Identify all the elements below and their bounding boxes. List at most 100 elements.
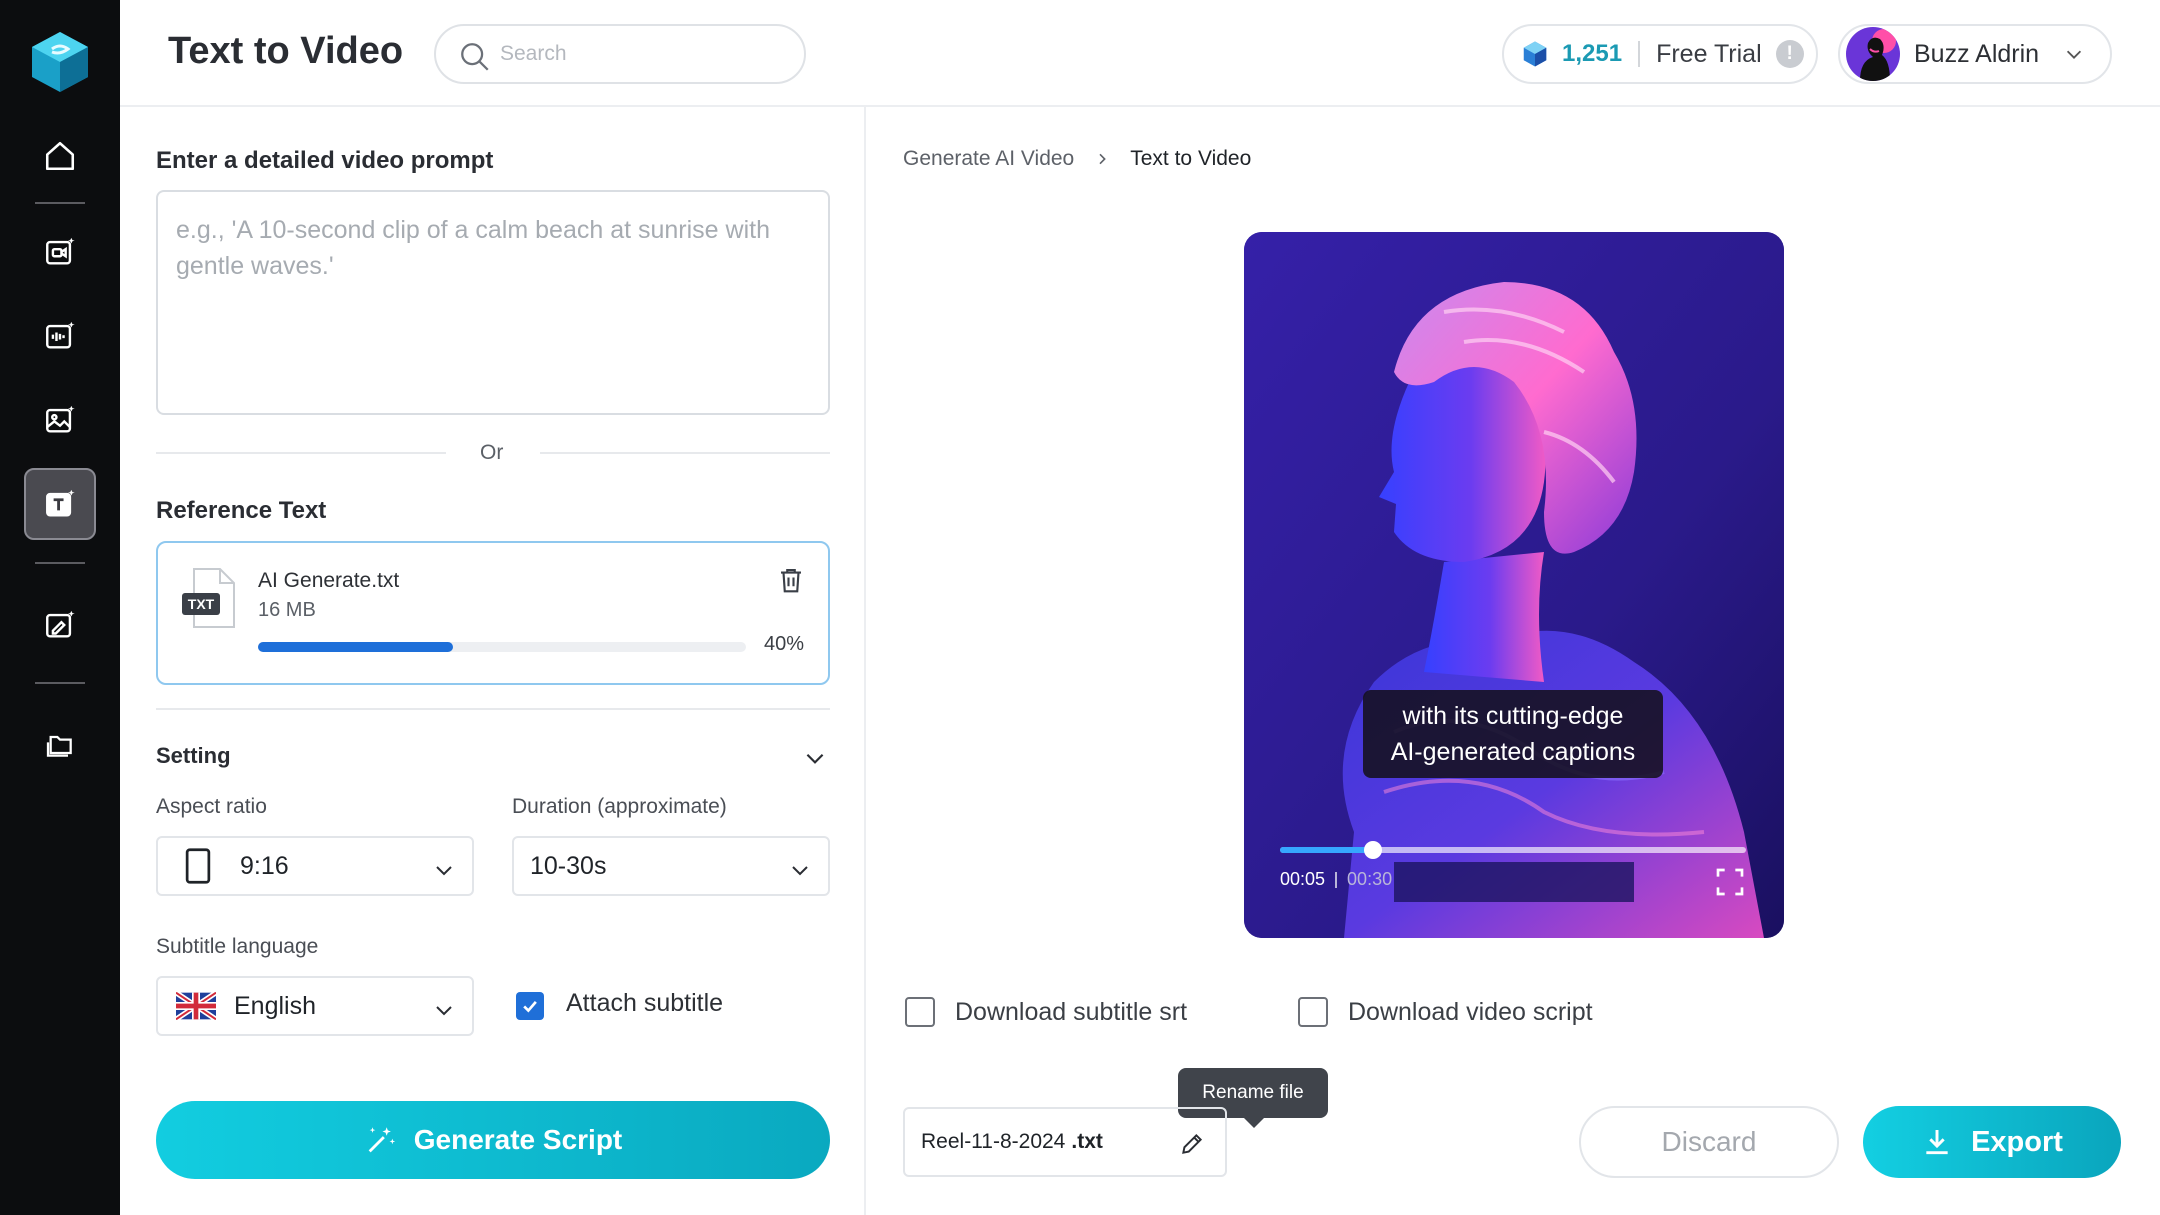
caption-line: AI-generated captions: [1390, 738, 1636, 766]
video-sparkle-icon: [46, 237, 75, 265]
download-script-label: Download video script: [1348, 997, 1593, 1026]
divider: [540, 452, 830, 454]
user-menu[interactable]: Buzz Aldrin: [1838, 24, 2112, 84]
divider: [156, 708, 830, 710]
search-box[interactable]: [434, 24, 806, 84]
upload-progress-bar: [258, 642, 746, 652]
generate-script-label: Generate Script: [413, 1124, 623, 1155]
plan-label: Free Trial: [1656, 39, 1762, 68]
credits-count: 1,251: [1562, 40, 1623, 67]
breadcrumb-current: Text to Video: [1130, 147, 1252, 170]
subtitle-language-select[interactable]: English: [156, 976, 474, 1036]
chevron-down-icon: [436, 1006, 452, 1016]
audio-wave-sparkle-icon: [46, 321, 75, 349]
folder-icon: [46, 735, 72, 757]
download-subtitle-option[interactable]: Download subtitle srt: [905, 997, 1187, 1027]
attach-subtitle-checkbox[interactable]: [516, 992, 544, 1020]
cube-credits-icon: [1523, 41, 1547, 67]
download-icon: [1926, 1130, 1948, 1155]
sidebar-item-audio-ai[interactable]: [24, 300, 96, 372]
avatar: [1846, 27, 1900, 81]
time-separator: [1335, 871, 1338, 888]
uploaded-file-card: TXT AI Generate.txt 16 MB 40%: [156, 541, 830, 685]
download-script-checkbox[interactable]: [1298, 997, 1328, 1027]
chevron-down-icon: [806, 753, 824, 764]
file-size: 16 MB: [258, 599, 316, 621]
attach-subtitle-label: Attach subtitle: [566, 989, 724, 1017]
image-sparkle-icon: [46, 405, 75, 433]
duration-label: Duration (approximate): [512, 795, 727, 818]
chevron-down-icon: [2066, 50, 2082, 59]
user-name: Buzz Aldrin: [1914, 39, 2040, 68]
sidebar-item-image-ai[interactable]: [24, 384, 96, 456]
sidebar-rail: [0, 0, 120, 1215]
text-sparkle-icon: [46, 489, 75, 517]
page-title: Text to Video: [168, 30, 404, 72]
seek-bar-fill: [1280, 847, 1374, 853]
file-name: AI Generate.txt: [258, 569, 400, 592]
divider: [156, 452, 446, 454]
export-label: Export: [1971, 1125, 2063, 1158]
prompt-field[interactable]: [156, 190, 830, 415]
uk-flag-icon: [176, 992, 216, 1020]
home-icon: [45, 141, 75, 171]
aspect-ratio-label: Aspect ratio: [156, 795, 267, 818]
file-type-badge: TXT: [187, 596, 215, 612]
file-name-base: Reel-11-8-2024: [921, 1130, 1066, 1153]
or-separator: Or: [480, 441, 504, 464]
caption-line: with its cutting-edge: [1402, 702, 1624, 730]
magic-wand-icon: [368, 1127, 395, 1153]
video-seek-bar[interactable]: [1280, 841, 1746, 859]
fullscreen-icon: [1716, 868, 1744, 896]
search-input[interactable]: [500, 36, 790, 72]
sidebar-item-text-to-video[interactable]: [24, 468, 96, 540]
prompt-textarea[interactable]: [158, 192, 828, 413]
credits-divider: [1638, 41, 1641, 67]
reference-text-label: Reference Text: [156, 497, 327, 524]
aspect-ratio-select[interactable]: 9:16: [156, 836, 474, 896]
duration-select[interactable]: 10-30s: [512, 836, 830, 896]
trash-icon: [781, 568, 801, 593]
chevron-down-icon: [436, 866, 452, 876]
setting-section-toggle[interactable]: Setting: [156, 735, 830, 779]
download-script-option[interactable]: Download video script: [1298, 997, 1593, 1027]
video-player[interactable]: with its cutting-edge AI-generated capti…: [1244, 232, 1784, 938]
video-caption: with its cutting-edge AI-generated capti…: [1363, 690, 1663, 778]
download-subtitle-checkbox[interactable]: [905, 997, 935, 1027]
delete-file-button[interactable]: [776, 565, 806, 600]
sidebar-item-projects[interactable]: [24, 709, 96, 781]
portrait-phone-icon: [185, 848, 211, 884]
prompt-label: Enter a detailed video prompt: [156, 147, 494, 174]
image-edit-sparkle-icon: [46, 610, 75, 638]
setting-title: Setting: [156, 743, 231, 768]
export-button[interactable]: Export: [1863, 1106, 2121, 1178]
sidebar-item-home[interactable]: [24, 120, 96, 192]
video-time: 00:05 00:30: [1280, 869, 1392, 890]
pencil-icon[interactable]: [1179, 1131, 1205, 1157]
app-logo-icon[interactable]: [30, 30, 90, 94]
chevron-down-icon: [792, 866, 808, 876]
search-icon: [461, 43, 489, 71]
generate-script-button[interactable]: Generate Script: [156, 1101, 830, 1179]
checkmark-icon: [523, 1000, 537, 1013]
info-icon[interactable]: !: [1775, 40, 1804, 68]
settings-panel: Enter a detailed video prompt Or Referen…: [120, 107, 866, 1215]
sidebar-item-video-ai[interactable]: [24, 216, 96, 288]
total-duration: 00:30: [1347, 869, 1393, 889]
statue-video-frame: [1244, 232, 1784, 938]
upload-percent: 40%: [764, 633, 805, 655]
download-subtitle-label: Download subtitle srt: [955, 997, 1188, 1026]
top-bar: Text to Video 1,251 Free Trial ! Buzz Al…: [120, 0, 2160, 107]
discard-button[interactable]: Discard: [1579, 1106, 1839, 1178]
subtitle-language-label: Subtitle language: [156, 935, 319, 958]
current-time: 00:05: [1280, 869, 1326, 889]
chevron-right-icon: [1099, 153, 1107, 165]
breadcrumb: Generate AI Video Text to Video: [903, 147, 1251, 171]
upload-progress-fill: [258, 642, 454, 652]
breadcrumb-parent[interactable]: Generate AI Video: [903, 147, 1074, 171]
fullscreen-button[interactable]: [1714, 866, 1746, 903]
credits-badge[interactable]: 1,251 Free Trial !: [1502, 24, 1818, 84]
sidebar-item-image-edit[interactable]: [24, 589, 96, 661]
file-name-extension: .txt: [1071, 1130, 1103, 1153]
output-file-name-field[interactable]: Reel-11-8-2024 .txt: [903, 1107, 1227, 1177]
